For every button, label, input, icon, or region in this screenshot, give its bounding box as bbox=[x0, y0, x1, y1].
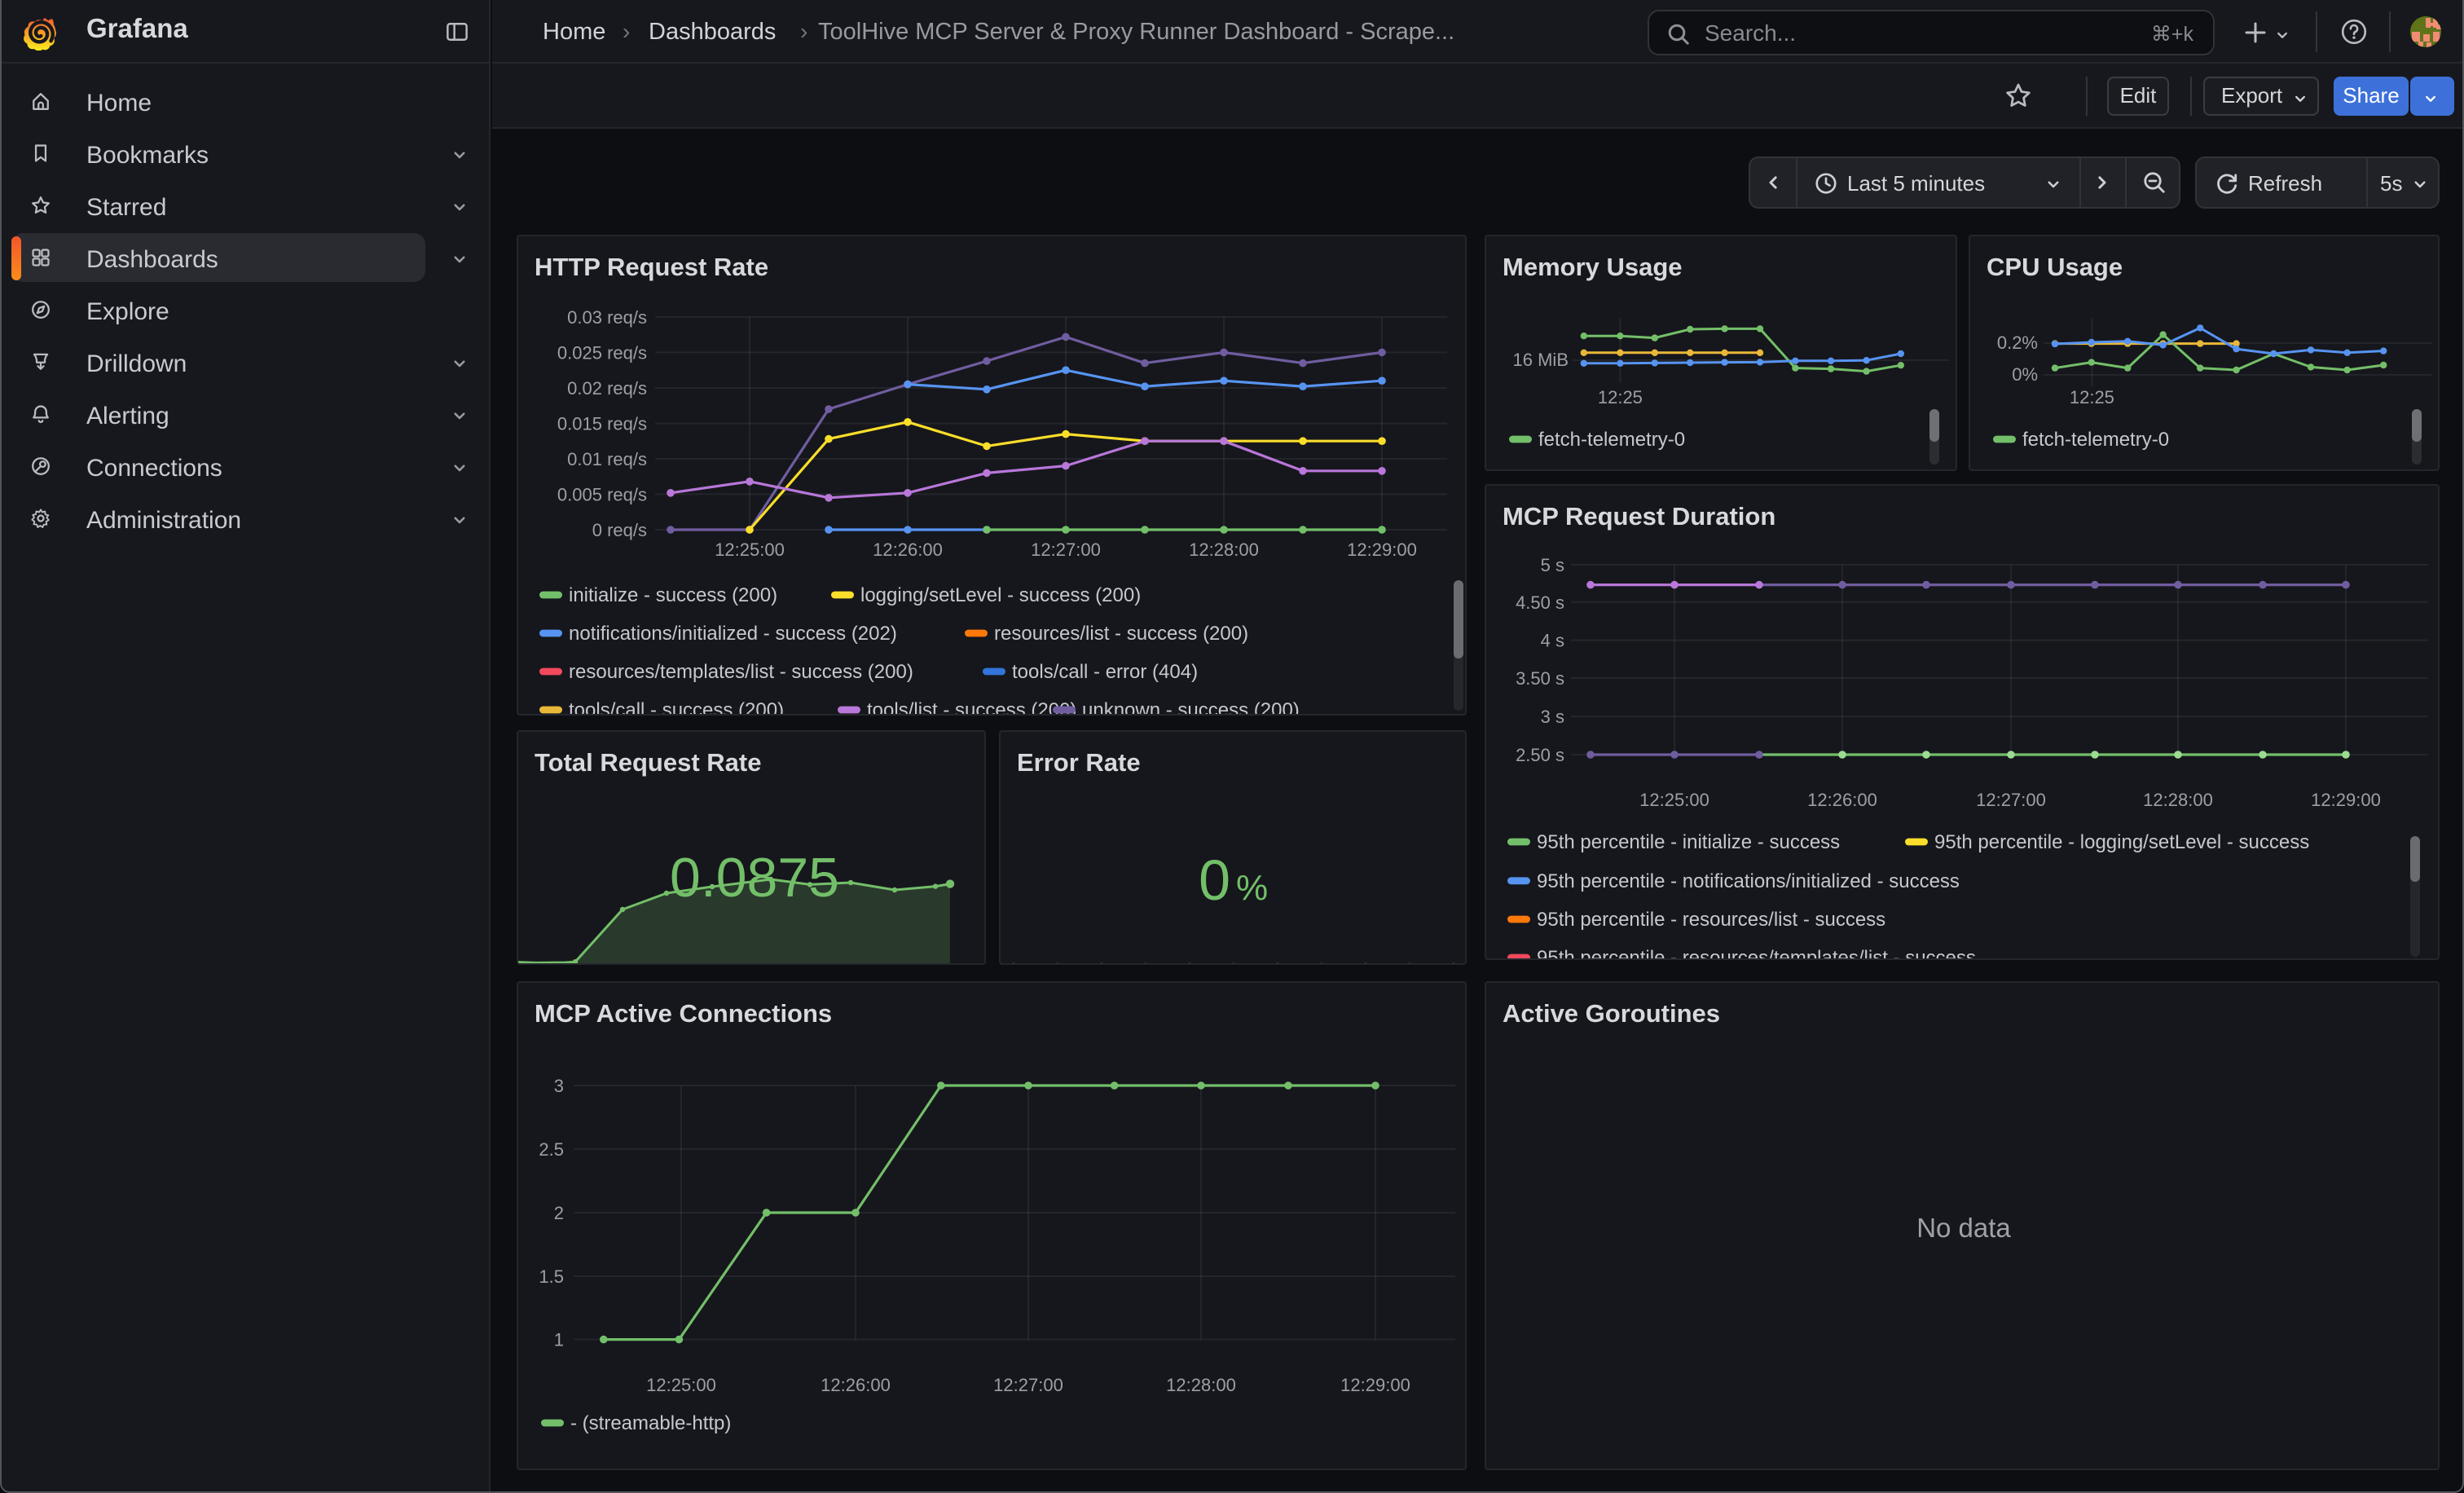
svg-text:notifications/initialized - su: notifications/initialized - success (202… bbox=[569, 623, 897, 645]
svg-text:logging/setLevel - success (20: logging/setLevel - success (200) bbox=[860, 584, 1141, 606]
svg-text:12:26:00: 12:26:00 bbox=[1807, 790, 1877, 810]
svg-text:Total Request Rate: Total Request Rate bbox=[535, 748, 761, 777]
svg-text:0%: 0% bbox=[2012, 364, 2038, 385]
svg-text:12:25:00: 12:25:00 bbox=[1639, 790, 1709, 810]
svg-text:0.005 req/s: 0.005 req/s bbox=[557, 484, 647, 504]
svg-text:95th percentile - resources/li: 95th percentile - resources/list - succe… bbox=[1537, 909, 1885, 931]
svg-text:12:25: 12:25 bbox=[2070, 387, 2114, 407]
svg-text:3: 3 bbox=[554, 1076, 564, 1096]
svg-text:0.03 req/s: 0.03 req/s bbox=[567, 307, 647, 328]
svg-text:HTTP Request Rate: HTTP Request Rate bbox=[535, 253, 768, 281]
svg-text:12:27:00: 12:27:00 bbox=[1031, 540, 1101, 560]
svg-text:0: 0 bbox=[1199, 848, 1230, 912]
svg-text:12:25:00: 12:25:00 bbox=[646, 1375, 716, 1395]
svg-text:95th percentile - initialize -: 95th percentile - initialize - success bbox=[1537, 831, 1840, 853]
svg-text:Active Goroutines: Active Goroutines bbox=[1503, 999, 1720, 1028]
svg-text:95th percentile - logging/setL: 95th percentile - logging/setLevel - suc… bbox=[1934, 831, 2309, 853]
svg-text:2.50 s: 2.50 s bbox=[1516, 745, 1564, 765]
svg-text:0.0875: 0.0875 bbox=[670, 847, 839, 909]
svg-text:3 s: 3 s bbox=[1541, 707, 1564, 727]
svg-text:3.50 s: 3.50 s bbox=[1516, 668, 1564, 689]
svg-text:Error Rate: Error Rate bbox=[1017, 748, 1141, 777]
svg-text:unknown - success (200): unknown - success (200) bbox=[1082, 699, 1300, 716]
svg-text:resources/templates/list - suc: resources/templates/list - success (200) bbox=[569, 661, 913, 683]
svg-text:Memory Usage: Memory Usage bbox=[1503, 253, 1683, 281]
svg-text:- (streamable-http): - (streamable-http) bbox=[570, 1412, 731, 1434]
svg-text:4.50 s: 4.50 s bbox=[1516, 592, 1564, 613]
svg-text:12:25:00: 12:25:00 bbox=[715, 540, 785, 560]
svg-text:0 req/s: 0 req/s bbox=[592, 520, 647, 540]
svg-text:%: % bbox=[1236, 868, 1268, 908]
svg-text:1.5: 1.5 bbox=[539, 1266, 564, 1287]
svg-text:2.5: 2.5 bbox=[539, 1139, 564, 1160]
svg-text:12:28:00: 12:28:00 bbox=[2143, 790, 2213, 810]
svg-text:0.015 req/s: 0.015 req/s bbox=[557, 414, 647, 434]
svg-text:fetch-telemetry-0: fetch-telemetry-0 bbox=[2022, 429, 2169, 451]
svg-text:tools/call - success (200): tools/call - success (200) bbox=[569, 699, 784, 716]
svg-text:0.025 req/s: 0.025 req/s bbox=[557, 342, 647, 363]
svg-text:12:28:00: 12:28:00 bbox=[1189, 540, 1259, 560]
svg-text:12:29:00: 12:29:00 bbox=[1340, 1375, 1410, 1395]
svg-text:0.02 req/s: 0.02 req/s bbox=[567, 378, 647, 399]
svg-text:16 MiB: 16 MiB bbox=[1513, 350, 1569, 370]
svg-text:12:29:00: 12:29:00 bbox=[2311, 790, 2381, 810]
svg-text:12:25: 12:25 bbox=[1598, 387, 1643, 407]
svg-text:tools/call - error (404): tools/call - error (404) bbox=[1012, 661, 1198, 683]
svg-text:MCP Active Connections: MCP Active Connections bbox=[535, 999, 832, 1028]
svg-text:95th percentile - resources/te: 95th percentile - resources/templates/li… bbox=[1537, 947, 1976, 960]
svg-text:12:28:00: 12:28:00 bbox=[1166, 1375, 1236, 1395]
svg-text:0.01 req/s: 0.01 req/s bbox=[567, 449, 647, 469]
svg-text:12:27:00: 12:27:00 bbox=[993, 1375, 1063, 1395]
svg-text:MCP Request Duration: MCP Request Duration bbox=[1503, 502, 1775, 531]
svg-text:95th percentile - notification: 95th percentile - notifications/initiali… bbox=[1537, 870, 1960, 892]
svg-text:2: 2 bbox=[554, 1203, 564, 1223]
svg-text:initialize - success (200): initialize - success (200) bbox=[569, 584, 777, 606]
svg-text:fetch-telemetry-0: fetch-telemetry-0 bbox=[1538, 429, 1685, 451]
svg-text:0.2%: 0.2% bbox=[1997, 333, 2038, 353]
svg-text:12:26:00: 12:26:00 bbox=[821, 1375, 891, 1395]
svg-text:12:26:00: 12:26:00 bbox=[873, 540, 943, 560]
svg-text:4 s: 4 s bbox=[1541, 631, 1564, 651]
svg-text:No data: No data bbox=[1916, 1213, 2011, 1243]
svg-text:tools/list - success (200): tools/list - success (200) bbox=[867, 699, 1076, 716]
svg-text:CPU Usage: CPU Usage bbox=[1987, 253, 2123, 281]
svg-text:resources/list - success (200): resources/list - success (200) bbox=[994, 623, 1248, 645]
svg-text:1: 1 bbox=[554, 1330, 564, 1350]
svg-text:5 s: 5 s bbox=[1541, 555, 1564, 575]
svg-text:12:27:00: 12:27:00 bbox=[1976, 790, 2046, 810]
svg-text:12:29:00: 12:29:00 bbox=[1347, 540, 1417, 560]
